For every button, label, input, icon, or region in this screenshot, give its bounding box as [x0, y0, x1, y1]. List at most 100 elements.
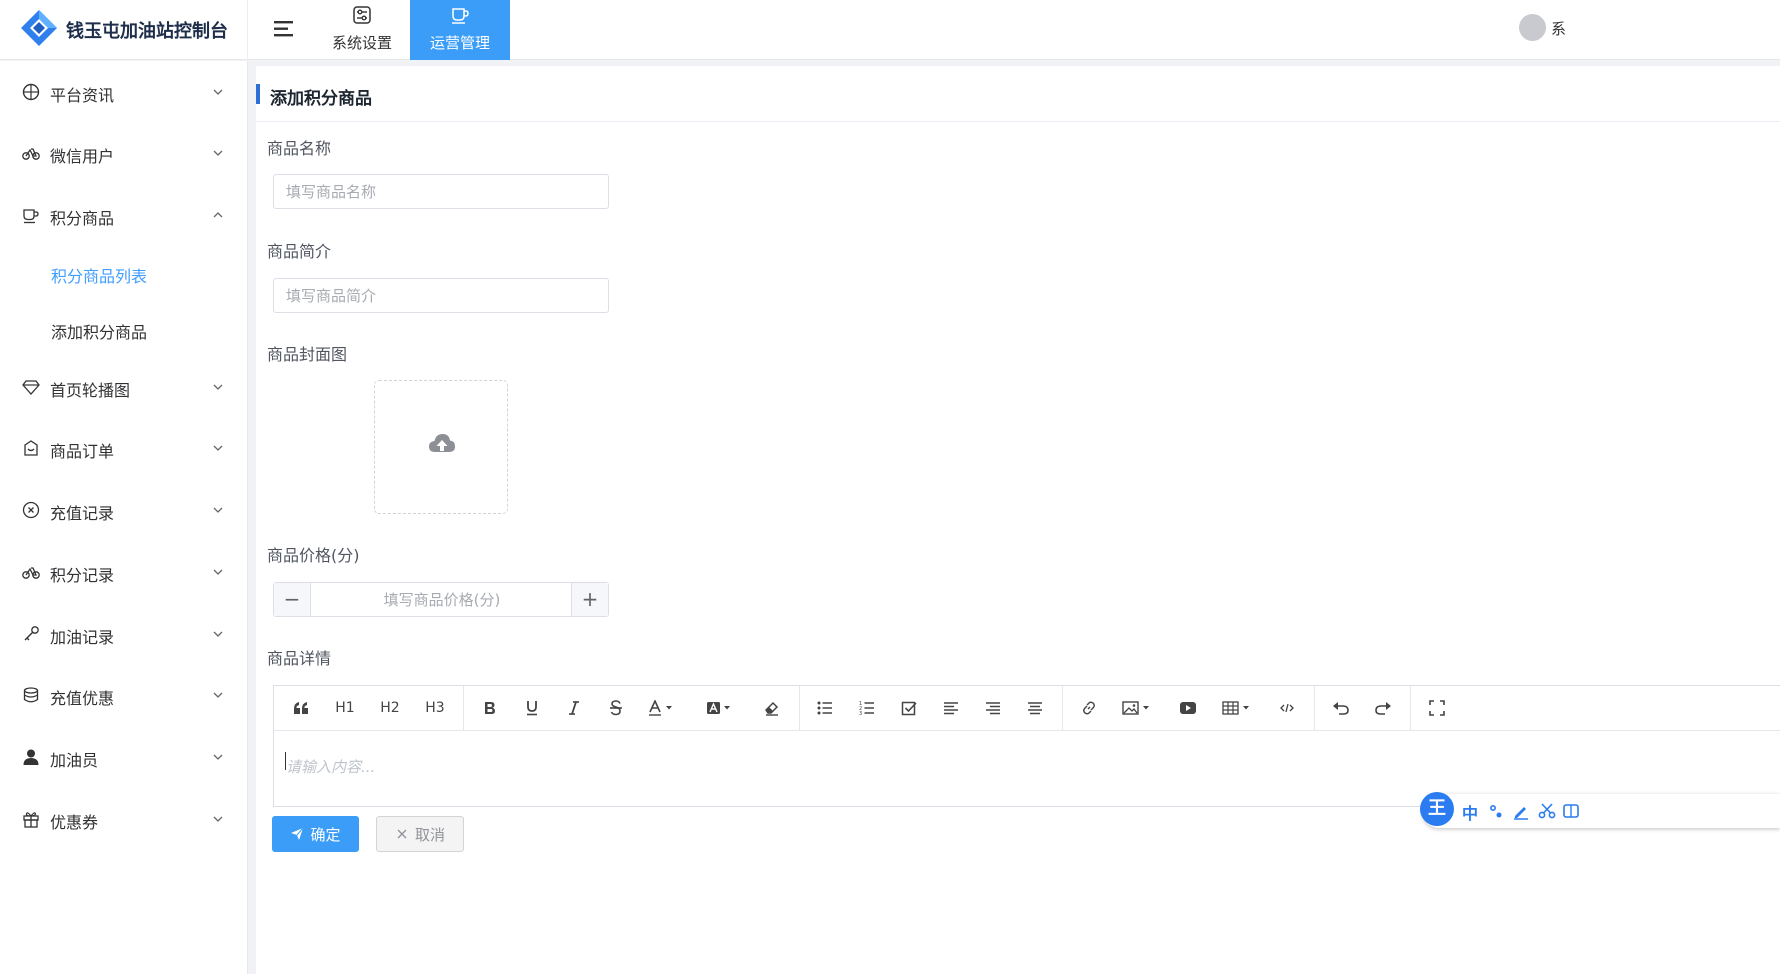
- sidebar-item-refuel-records[interactable]: 加油记录: [0, 609, 248, 659]
- circle-close-icon: [22, 501, 40, 519]
- sidebar-item-platform-news[interactable]: 平台资讯: [0, 67, 248, 117]
- sidebar-item-label: 充值记录: [50, 504, 115, 523]
- blockquote-icon[interactable]: [288, 694, 314, 722]
- chevron-down-icon: [213, 445, 223, 451]
- bicycle-icon: [22, 148, 40, 160]
- product-intro-input[interactable]: [273, 278, 609, 313]
- editor-placeholder: 请输入内容...: [286, 758, 376, 776]
- background-color-icon[interactable]: [702, 694, 738, 722]
- toolbox-icon[interactable]: [1562, 802, 1580, 820]
- user-menu-label[interactable]: 系: [1551, 18, 1566, 39]
- coffee-cup-icon: [452, 8, 469, 24]
- page-title: 添加积分商品: [270, 89, 372, 109]
- heading1-button[interactable]: H1: [329, 694, 361, 722]
- tab-operations[interactable]: 运营管理: [410, 0, 510, 60]
- sidebar-item-recharge-records[interactable]: 充值记录: [0, 485, 248, 535]
- compass-icon: [22, 83, 40, 101]
- italic-icon[interactable]: [561, 694, 587, 722]
- main-content: 添加积分商品 商品名称 商品简介 商品封面图 商品价格(分) − + 商品详情 …: [256, 66, 1780, 974]
- price-stepper: − +: [273, 582, 609, 617]
- ime-logo[interactable]: 王: [1420, 792, 1454, 826]
- punctuation-icon[interactable]: [1488, 802, 1506, 820]
- sidebar-item-label: 平台资讯: [50, 86, 115, 105]
- user-icon: [23, 749, 39, 765]
- chevron-down-icon: [213, 631, 223, 637]
- redo-icon[interactable]: [1370, 694, 1396, 722]
- editor-toolbar: H1 H2 H3 1 2 3: [274, 686, 1780, 731]
- code-icon[interactable]: [1274, 694, 1300, 722]
- clear-format-icon[interactable]: [759, 694, 785, 722]
- menu-toggle-icon[interactable]: [270, 16, 298, 42]
- ime-toolbar[interactable]: 王 中: [1420, 792, 1780, 828]
- bold-icon[interactable]: [477, 694, 503, 722]
- numbered-list-icon[interactable]: 123: [854, 694, 880, 722]
- underline-icon[interactable]: [519, 694, 545, 722]
- bicycle-icon: [22, 567, 40, 579]
- undo-icon[interactable]: [1328, 694, 1354, 722]
- ime-mode-toggle[interactable]: 中: [1462, 800, 1478, 824]
- avatar[interactable]: [1519, 14, 1546, 41]
- todo-checkbox-icon[interactable]: [896, 694, 922, 722]
- table-icon[interactable]: [1219, 694, 1255, 722]
- chevron-down-icon: [213, 816, 223, 822]
- send-icon: [291, 827, 304, 840]
- sidebar-item-wechat-users[interactable]: 微信用户: [0, 128, 248, 178]
- sidebar-item-label: 微信用户: [50, 147, 115, 166]
- toolbar-divider: [1062, 686, 1063, 731]
- confirm-label: 确定: [310, 825, 341, 844]
- sidebar-subitem-label: 积分商品列表: [51, 267, 148, 286]
- sidebar-subitem-points-goods-list[interactable]: 积分商品列表: [0, 251, 248, 295]
- sidebar-item-coupons[interactable]: 优惠券: [0, 794, 248, 844]
- gift-icon: [23, 812, 39, 828]
- align-center-icon[interactable]: [1022, 694, 1048, 722]
- decrement-button[interactable]: −: [274, 583, 311, 616]
- video-icon[interactable]: [1175, 694, 1201, 722]
- rich-text-editor: H1 H2 H3 1 2 3 请输入内容...: [273, 685, 1780, 807]
- sidebar-item-home-carousel[interactable]: 首页轮播图: [0, 362, 248, 412]
- sidebar-subitem-label: 添加积分商品: [51, 323, 148, 342]
- tab-label: 系统设置: [331, 34, 392, 52]
- increment-button[interactable]: +: [571, 583, 608, 616]
- align-left-icon[interactable]: [938, 694, 964, 722]
- product-intro-label: 商品简介: [267, 242, 332, 261]
- product-name-input[interactable]: [273, 174, 609, 209]
- toolbar-divider: [1314, 686, 1315, 731]
- toolbar-divider: [463, 686, 464, 731]
- fullscreen-icon[interactable]: [1424, 694, 1450, 722]
- heading3-button[interactable]: H3: [419, 694, 451, 722]
- sidebar-item-label: 商品订单: [50, 442, 115, 461]
- sidebar-item-points-records[interactable]: 积分记录: [0, 547, 248, 597]
- align-right-icon[interactable]: [980, 694, 1006, 722]
- sidebar-item-attendants[interactable]: 加油员: [0, 732, 248, 782]
- sidebar-item-points-goods[interactable]: 积分商品: [0, 190, 248, 240]
- font-color-icon[interactable]: [644, 694, 680, 722]
- chevron-down-icon: [213, 384, 223, 390]
- tab-system-settings[interactable]: 系统设置: [312, 0, 412, 60]
- product-name-label: 商品名称: [267, 139, 332, 158]
- sidebar-subitem-add-points-goods[interactable]: 添加积分商品: [0, 307, 248, 351]
- heading2-button[interactable]: H2: [374, 694, 406, 722]
- handwriting-icon[interactable]: [1512, 802, 1530, 820]
- sidebar-item-recharge-discounts[interactable]: 充值优惠: [0, 670, 248, 720]
- logo-icon: [21, 10, 57, 46]
- chevron-down-icon: [213, 754, 223, 760]
- strikethrough-icon[interactable]: [603, 694, 629, 722]
- chevron-down-icon: [213, 507, 223, 513]
- scissors-icon[interactable]: [1538, 802, 1556, 820]
- upload-cloud-icon: [429, 434, 455, 452]
- chevron-down-icon: [213, 569, 223, 575]
- title-accent-bar: [256, 84, 260, 104]
- link-icon[interactable]: [1076, 694, 1102, 722]
- cover-image-uploader[interactable]: [374, 380, 508, 514]
- toolbar-divider: [799, 686, 800, 731]
- image-icon[interactable]: [1119, 694, 1155, 722]
- bullet-list-icon[interactable]: [812, 694, 838, 722]
- confirm-button[interactable]: 确定: [272, 816, 359, 852]
- product-price-label: 商品价格(分): [267, 546, 360, 565]
- product-detail-label: 商品详情: [267, 649, 332, 668]
- sidebar-item-goods-orders[interactable]: 商品订单: [0, 423, 248, 473]
- chevron-down-icon: [213, 692, 223, 698]
- cancel-button[interactable]: 取消: [376, 816, 464, 852]
- sidebar-item-label: 优惠券: [50, 813, 99, 832]
- price-input[interactable]: [312, 583, 572, 616]
